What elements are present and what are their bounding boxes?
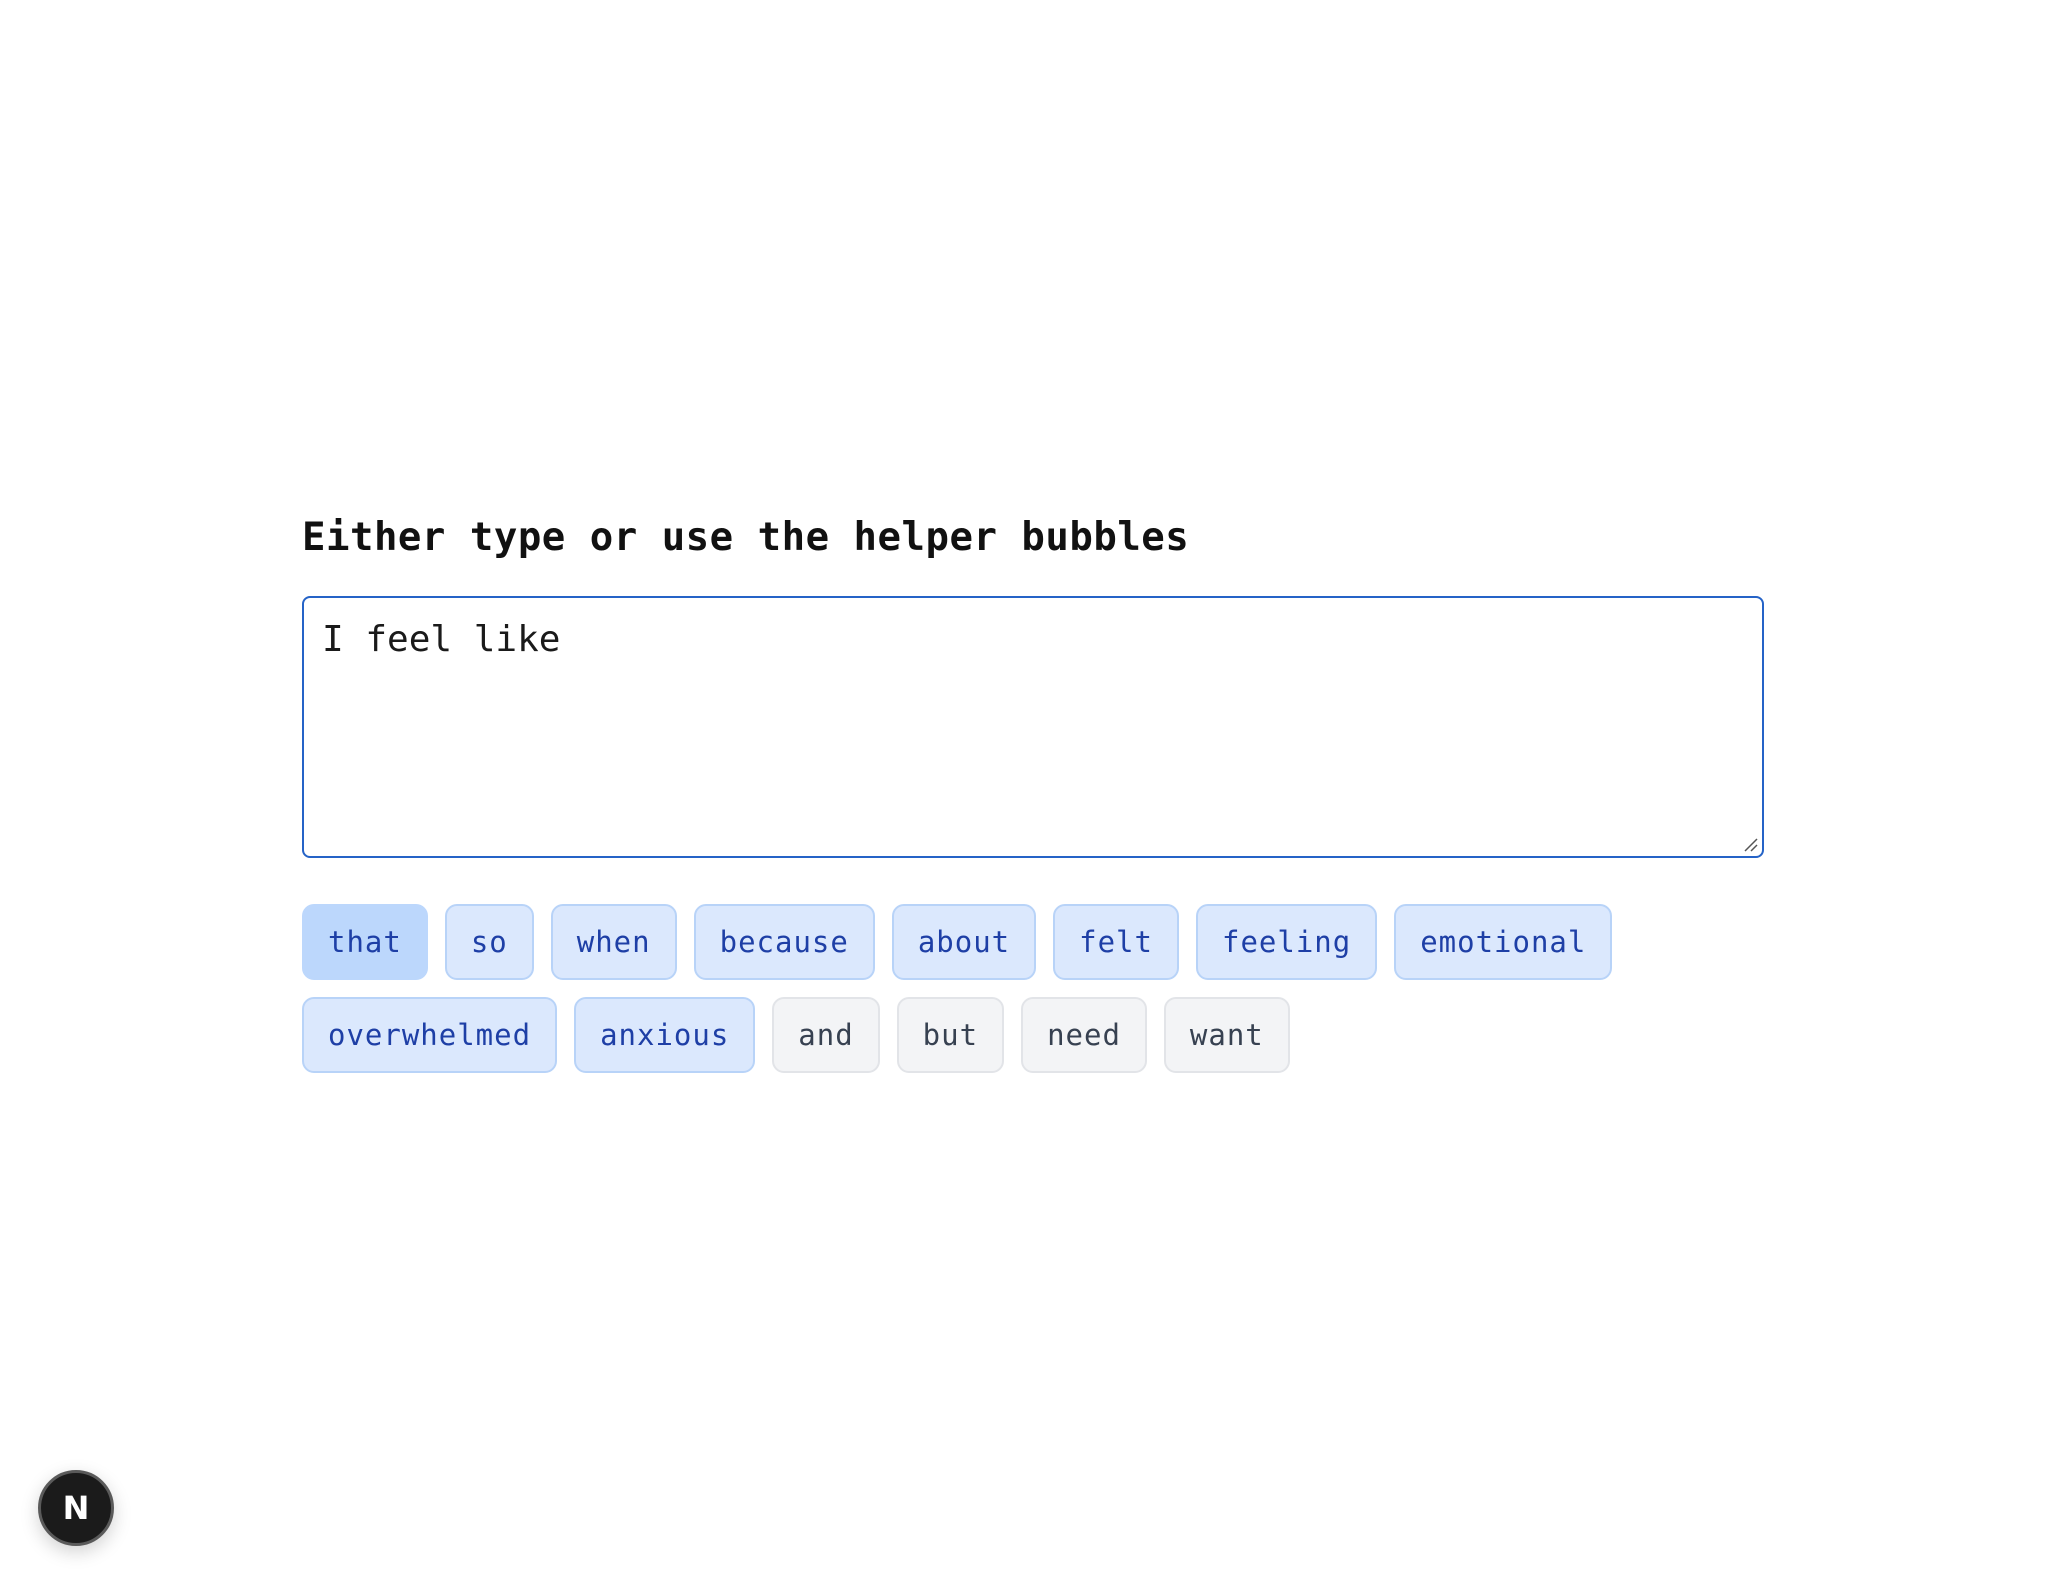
helper-bubbles: that so when because about felt feeling …	[302, 904, 1764, 1090]
bubble-emotional[interactable]: emotional	[1394, 904, 1613, 980]
resize-grip-icon[interactable]	[1742, 836, 1758, 852]
bubble-feeling[interactable]: feeling	[1195, 904, 1378, 980]
bubble-need[interactable]: need	[1021, 997, 1147, 1073]
bubble-when[interactable]: when	[550, 904, 677, 980]
bubble-because[interactable]: because	[693, 904, 875, 980]
bubble-and[interactable]: and	[772, 997, 880, 1073]
bubble-want[interactable]: want	[1163, 997, 1290, 1073]
bubble-row-1: that so when because about felt feeling …	[302, 904, 1764, 980]
bubble-but[interactable]: but	[896, 997, 1005, 1073]
page-title: Either type or use the helper bubbles	[302, 515, 1190, 560]
bubble-overwhelmed[interactable]: overwhelmed	[302, 997, 558, 1073]
bubble-felt[interactable]: felt	[1053, 904, 1179, 980]
bubble-that[interactable]: that	[302, 904, 428, 980]
bubble-so[interactable]: so	[444, 904, 534, 980]
text-editor[interactable]: I feel like	[302, 596, 1764, 858]
n-logo-icon: N	[62, 1489, 90, 1527]
main-container: Either type or use the helper bubbles I …	[302, 508, 1764, 1073]
editor-text: I feel like	[322, 619, 561, 660]
bubble-anxious[interactable]: anxious	[574, 997, 756, 1073]
bubble-about[interactable]: about	[891, 904, 1037, 980]
devtools-badge-button[interactable]: N	[38, 1470, 114, 1546]
bubble-row-2: overwhelmed anxious and but need want	[302, 997, 1764, 1073]
